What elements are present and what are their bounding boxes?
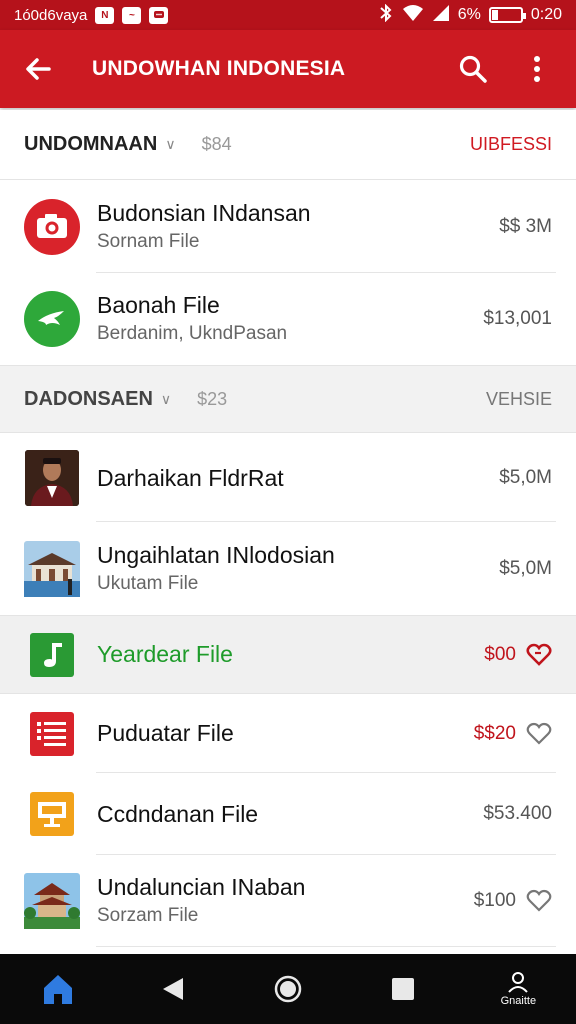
item-title: Budonsian INdansan (97, 200, 311, 226)
music-file-icon (24, 627, 80, 683)
battery-percent: 6% (457, 6, 481, 23)
item-subtitle: Sornam File (97, 231, 200, 252)
item-title: Ccdndanan File (97, 800, 259, 827)
item-title: Darhaikan FldrRat (97, 464, 284, 491)
home-icon (43, 975, 72, 1004)
divider (96, 946, 556, 947)
document-list-icon (24, 706, 80, 762)
search-button[interactable] (452, 48, 494, 90)
signal-icon (432, 4, 450, 27)
battery-icon (488, 7, 526, 23)
pagoda-photo (24, 873, 80, 929)
status-carrier-text: 1ó0d6vaya (14, 6, 88, 24)
section-title: UNDOMNAAN (24, 133, 158, 155)
item-price: $$20 (473, 722, 516, 744)
item-price: $5,0M (499, 467, 552, 488)
camera-icon (24, 199, 80, 255)
section-title: DADONSAEN (24, 387, 153, 410)
section-total: $23 (197, 388, 228, 409)
item-price: $13,001 (483, 308, 552, 329)
clock: 0:20 (530, 6, 562, 23)
arrow-left-icon (26, 58, 51, 80)
status-right: 6% 0:20 (378, 3, 562, 27)
item-subtitle: Sorzam File (97, 905, 199, 926)
section-action-link[interactable]: VEHSIE (486, 389, 552, 410)
notification-chat-icon (149, 6, 169, 24)
back-button[interactable] (0, 30, 76, 108)
item-title: Baonah File (97, 292, 220, 318)
item-price: $100 (473, 890, 516, 911)
chevron-down-icon: ∨ (165, 136, 176, 152)
item-price: $5,0M (499, 557, 552, 579)
bluetooth-icon (378, 3, 394, 27)
search-icon (459, 55, 487, 83)
item-title: Yeardear File (97, 641, 233, 667)
presentation-icon (24, 786, 80, 842)
navigation-bar: Gnaitte (0, 954, 576, 1024)
notification-icon: N (95, 6, 115, 24)
item-title: Undaluncian INaban (97, 874, 306, 900)
app-title: UNDOWHAN INDONESIA (92, 57, 346, 80)
person-icon (508, 972, 529, 993)
section-header-1[interactable]: UNDOMNAAN ∨ $84 UIBFESSI (0, 110, 576, 180)
item-subtitle: Berdanim, UkndPasan (97, 323, 288, 344)
item-title: Puduatar File (97, 720, 234, 746)
section-header-2[interactable]: DADONSAEN ∨ $23 VEHSIE (0, 365, 576, 433)
heart-icon[interactable] (526, 643, 552, 667)
bird-icon (24, 291, 80, 347)
status-bar: 1ó0d6vaya N ~ 6% 0:20 (0, 0, 576, 30)
item-price: $53.400 (483, 803, 552, 824)
list-item[interactable]: Ungaihlatan INlodosian Ukutam File $5,0M (0, 522, 576, 615)
list-item[interactable]: Ccdndanan File $53.400 (0, 773, 576, 855)
more-vert-icon (534, 56, 540, 82)
status-left: 1ó0d6vaya N ~ (14, 6, 169, 24)
item-price: $00 (484, 643, 516, 665)
building-photo (24, 540, 80, 597)
portrait-photo (24, 450, 80, 506)
square-recents-icon (392, 978, 415, 1000)
profile-button[interactable]: Gnaitte (478, 954, 558, 1024)
chevron-down-icon: ∨ (160, 390, 172, 407)
home-button[interactable] (18, 954, 98, 1024)
back-nav-button[interactable] (133, 954, 213, 1024)
list-item[interactable]: Budonsian INdansan Sornam File $$ 3M (0, 181, 576, 273)
list-item[interactable]: Puduatar File $$20 (0, 694, 576, 773)
heart-outline-icon[interactable] (526, 889, 552, 913)
list-item[interactable]: Baonah File Berdanim, UkndPasan $13,001 (0, 273, 576, 365)
profile-label: Gnaitte (500, 995, 537, 1007)
home-circle-button[interactable] (248, 954, 328, 1024)
app-bar: UNDOWHAN INDONESIA (0, 30, 576, 108)
item-subtitle: Ukutam File (97, 572, 199, 594)
section-action-link[interactable]: UIBFESSI (470, 134, 552, 155)
list-item[interactable]: Darhaikan FldrRat $5,0M (0, 434, 576, 522)
triangle-back-icon (162, 978, 183, 1000)
list-item-highlighted[interactable]: Yeardear File $00 (0, 615, 576, 694)
list-item[interactable]: Undaluncian INaban Sorzam File $100 (0, 855, 576, 947)
more-options-button[interactable] (516, 48, 558, 90)
circle-home-icon (274, 975, 302, 1003)
item-price: $$ 3M (499, 216, 552, 237)
item-title: Ungaihlatan INlodosian (97, 541, 335, 568)
wifi-icon (402, 4, 424, 27)
section-total: $84 (201, 134, 232, 154)
notification-wave-icon: ~ (122, 6, 142, 24)
heart-outline-icon[interactable] (526, 722, 552, 746)
recents-button[interactable] (363, 954, 443, 1024)
